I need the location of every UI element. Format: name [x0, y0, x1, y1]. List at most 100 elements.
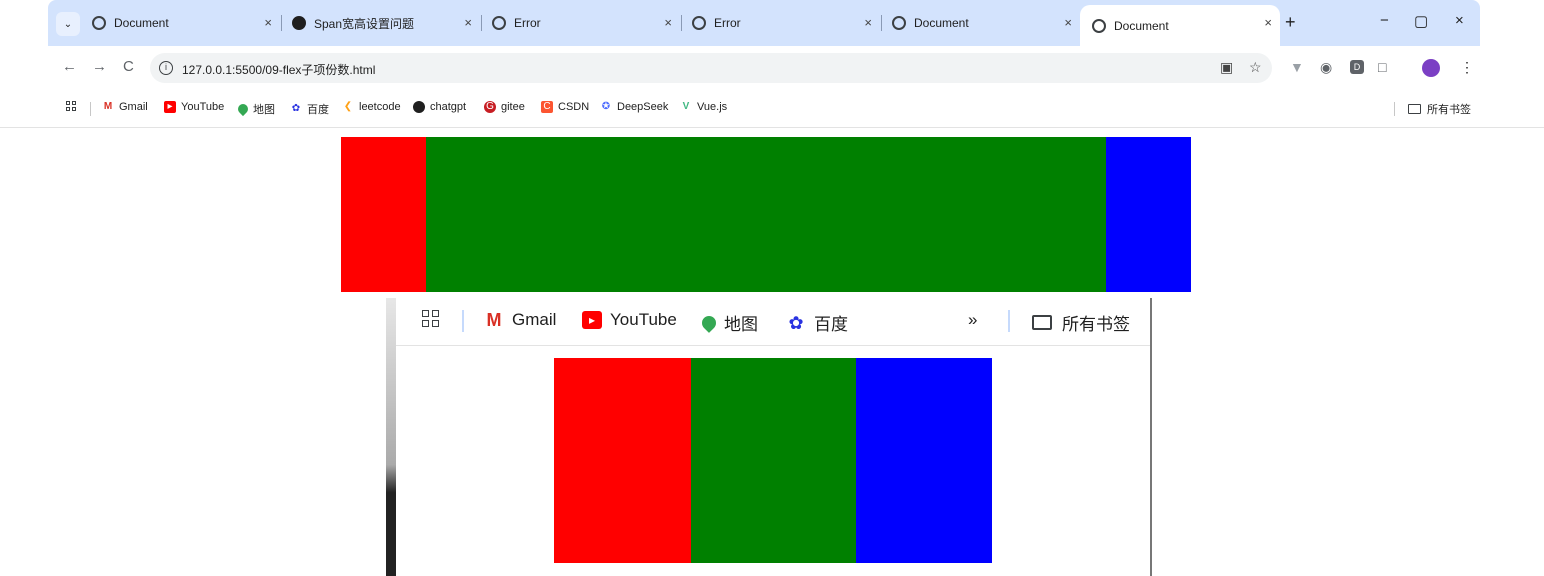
- baidu-icon: ✿: [788, 312, 804, 333]
- flex-item-blue: [856, 358, 992, 563]
- flex-container-small: [554, 358, 992, 563]
- chatgpt-icon: [413, 101, 425, 113]
- bookmark-chatgpt[interactable]: chatgpt: [413, 101, 466, 113]
- bookmark-divider: [1394, 102, 1395, 116]
- flex-item-green: [426, 137, 1106, 292]
- tab-document-active[interactable]: Document ×: [1080, 5, 1280, 46]
- close-window-button[interactable]: ×: [1455, 12, 1464, 29]
- bookmark-youtube[interactable]: ▸ YouTube: [164, 101, 224, 113]
- url-text[interactable]: 127.0.0.1:5500/09-flex子项份数.html: [182, 61, 375, 78]
- bookmark-baidu[interactable]: ✿ 百度: [290, 101, 329, 117]
- profile-avatar[interactable]: [1422, 59, 1440, 77]
- close-tab-icon[interactable]: ×: [864, 15, 872, 30]
- menu-kebab-icon[interactable]: ⋮: [1460, 59, 1474, 76]
- bookmark-label: YouTube: [181, 101, 225, 113]
- leetcode-icon: ❮: [343, 101, 353, 112]
- close-tab-icon[interactable]: ×: [664, 15, 672, 30]
- bookmark-divider: [1008, 310, 1010, 332]
- flex-item-green: [691, 358, 856, 563]
- csdn-icon: C: [541, 101, 553, 113]
- restore-button[interactable]: ▢: [1414, 12, 1428, 30]
- bookmark-label: gitee: [501, 101, 525, 113]
- flex-item-blue: [1106, 137, 1191, 292]
- bookmark-label: chatgpt: [430, 101, 467, 113]
- address-bar[interactable]: i 127.0.0.1:5500/09-flex子项份数.html ▣ ☆: [150, 53, 1272, 83]
- bookmark-label: YouTube: [610, 310, 677, 329]
- robot-extension-icon[interactable]: ◉: [1320, 59, 1332, 76]
- bookmark-label: DeepSeek: [617, 101, 669, 113]
- flex-container-large: [341, 137, 1191, 292]
- openai-icon: [292, 16, 306, 30]
- bookmark-label: 地图: [724, 315, 758, 334]
- new-tab-button[interactable]: +: [1285, 12, 1296, 33]
- globe-icon: [92, 16, 106, 30]
- bookmark-deepseek[interactable]: ✪ DeepSeek: [600, 101, 669, 113]
- apps-icon[interactable]: [66, 101, 82, 111]
- extensions-puzzle-icon[interactable]: □: [1378, 59, 1386, 75]
- bookmark-gitee[interactable]: G gitee: [484, 101, 525, 113]
- tab-error-2[interactable]: Error ×: [680, 5, 882, 41]
- all-bookmarks-label: 所有书签: [1427, 104, 1471, 116]
- tab-title: Document: [114, 16, 169, 30]
- forward-button[interactable]: →: [92, 58, 107, 75]
- embedded-border: [1150, 298, 1152, 576]
- youtube-icon: ▸: [164, 101, 176, 113]
- bookmark-youtube[interactable]: ▸ YouTube: [582, 310, 677, 330]
- flex-item-red: [554, 358, 691, 563]
- bookmark-maps[interactable]: 地图: [699, 310, 758, 335]
- bookmarks-bar: M Gmail ▸ YouTube 地图 ✿ 百度 ❮ leetcode cha…: [0, 90, 1544, 128]
- all-bookmarks-button[interactable]: 所有书签: [1408, 101, 1471, 117]
- close-tab-icon[interactable]: ×: [1064, 15, 1072, 30]
- tab-title: Document: [1114, 18, 1169, 33]
- maps-icon: [235, 101, 251, 117]
- site-info-icon[interactable]: i: [159, 61, 173, 75]
- bookmark-leetcode[interactable]: ❮ leetcode: [342, 101, 401, 113]
- folder-icon: [1408, 104, 1421, 114]
- tab-document-1[interactable]: Document ×: [80, 5, 282, 41]
- minimize-button[interactable]: −: [1380, 12, 1389, 29]
- close-tab-icon[interactable]: ×: [464, 15, 472, 30]
- gitee-icon: G: [484, 101, 496, 113]
- youtube-icon: ▸: [582, 311, 602, 329]
- tab-title: Span宽高设置问题: [314, 16, 415, 31]
- all-bookmarks-label: 所有书签: [1062, 315, 1130, 334]
- bookmark-maps[interactable]: 地图: [235, 101, 275, 117]
- gmail-icon: M: [486, 310, 502, 330]
- globe-icon: [892, 16, 906, 30]
- star-icon[interactable]: ☆: [1249, 59, 1262, 76]
- bookmark-baidu[interactable]: ✿ 百度: [786, 310, 848, 335]
- bookmarks-overflow-button[interactable]: »: [968, 310, 977, 330]
- bookmark-gmail[interactable]: M Gmail: [102, 101, 148, 113]
- deepseek-icon: ✪: [601, 101, 611, 112]
- globe-icon: [492, 16, 506, 30]
- close-tab-icon[interactable]: ×: [1264, 15, 1272, 30]
- tab-search-icon[interactable]: ⌄: [56, 12, 80, 36]
- bookmark-csdn[interactable]: C CSDN: [541, 101, 589, 113]
- tab-span-question[interactable]: Span宽高设置问题 ×: [280, 5, 482, 41]
- tab-strip: ⌄ Document × Span宽高设置问题 × Error × Error …: [0, 0, 1544, 46]
- bookmark-label: Vue.js: [697, 101, 728, 113]
- bookmark-vue[interactable]: V Vue.js: [680, 101, 728, 113]
- close-tab-icon[interactable]: ×: [264, 15, 272, 30]
- gmail-icon: M: [103, 101, 113, 112]
- bookmark-label: 百度: [814, 315, 848, 334]
- reload-button[interactable]: C: [123, 58, 134, 75]
- vue-devtools-icon[interactable]: ▼: [1290, 59, 1304, 75]
- folder-icon: [1032, 315, 1052, 330]
- bookmark-divider: [462, 310, 464, 332]
- embedded-bookmarks-bar: M Gmail ▸ YouTube 地图 ✿ 百度 » 所有书签: [396, 298, 1150, 346]
- bookmark-label: 地图: [253, 104, 275, 116]
- tab-title: Error: [714, 16, 741, 30]
- bookmark-gmail[interactable]: M Gmail: [484, 310, 557, 330]
- translate-icon[interactable]: ▣: [1220, 59, 1233, 76]
- tab-error-1[interactable]: Error ×: [480, 5, 682, 41]
- tab-document-2[interactable]: Document ×: [880, 5, 1080, 41]
- embedded-scrollbar: [386, 298, 396, 576]
- bookmark-label: CSDN: [558, 101, 590, 113]
- extension-box-icon[interactable]: D: [1350, 60, 1364, 74]
- apps-icon[interactable]: [422, 310, 439, 327]
- all-bookmarks-button[interactable]: 所有书签: [1032, 310, 1130, 335]
- back-button[interactable]: ←: [62, 58, 77, 75]
- vue-icon: V: [682, 101, 690, 112]
- bookmark-label: leetcode: [359, 101, 401, 113]
